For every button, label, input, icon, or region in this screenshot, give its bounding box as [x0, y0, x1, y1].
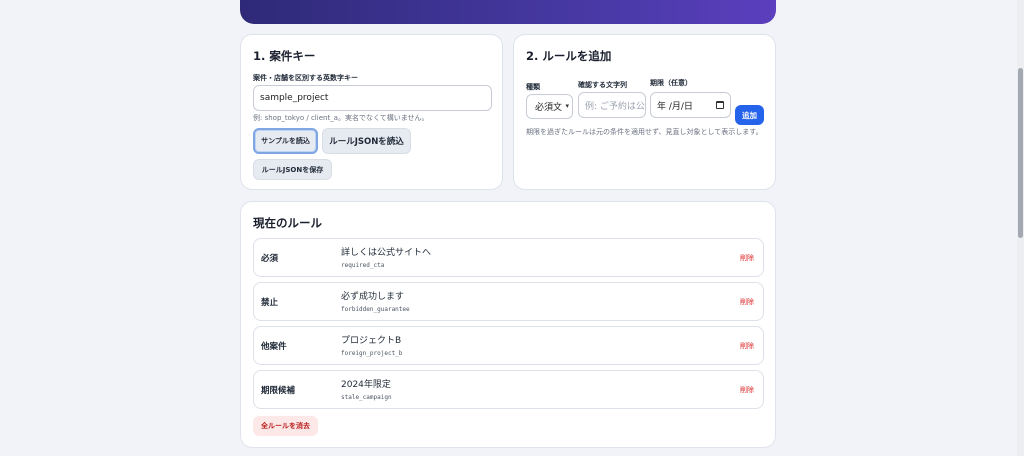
add-rule-card: 2. ルールを追加 種類 確認する文字列 期限（任意） 必須文言 ▾ 例: ご予…: [513, 34, 776, 190]
rule-text-placeholder: 例: ご予約は公: [585, 101, 645, 112]
rule-id: forbidden_guarantee: [341, 306, 410, 313]
add-rule-note: 期限を過ぎたルールは元の条件を適用せず、見直し対象として表示します。: [526, 128, 763, 136]
delete-rule-button[interactable]: 削除: [740, 341, 754, 351]
rule-text-input[interactable]: 例: ご予約は公: [578, 92, 646, 118]
rule-text: 必ず成功します: [341, 292, 405, 302]
project-key-card: 1. 案件キー 案件・店舗を区別する英数字キー sample_project 例…: [240, 34, 503, 190]
delete-rule-button[interactable]: 削除: [740, 297, 754, 307]
save-rules-json-button[interactable]: ルールJSONを保存: [253, 159, 332, 180]
clear-all-rules-button[interactable]: 全ルールを消去: [253, 416, 318, 436]
load-sample-button[interactable]: サンプルを読込: [253, 128, 318, 154]
rule-type-label: 種類: [526, 83, 540, 91]
rule-date-label: 期限（任意）: [650, 79, 692, 87]
add-rule-title: 2. ルールを追加: [526, 49, 612, 63]
load-rules-json-button[interactable]: ルールJSONを読込: [322, 128, 411, 154]
project-key-hint: 例: shop_tokyo / client_a。実名でなくて構いません。: [253, 114, 429, 122]
rule-date-value: 年 /月/日: [657, 101, 693, 112]
project-key-input[interactable]: sample_project: [253, 85, 492, 111]
add-rule-button[interactable]: 追加: [735, 105, 764, 125]
rule-row: 禁止 必ず成功します forbidden_guarantee 削除: [253, 282, 764, 321]
rule-type: 必須: [261, 254, 279, 264]
page-scrollbar[interactable]: [1017, 0, 1024, 456]
chevron-down-icon: ▾: [565, 102, 569, 110]
rule-id: foreign_project_b: [341, 350, 403, 357]
rule-type-select[interactable]: 必須文言 ▾: [526, 94, 573, 119]
header-banner: [240, 0, 776, 24]
rule-row: 期限候補 2024年限定 stale_campaign 削除: [253, 370, 764, 409]
rule-type: 期限候補: [261, 386, 296, 396]
project-key-value: sample_project: [260, 93, 329, 103]
rule-text: プロジェクトB: [341, 336, 402, 346]
rule-type-value: 必須文言: [535, 103, 562, 113]
rule-id: stale_campaign: [341, 394, 392, 401]
rule-id: required_cta: [341, 262, 385, 269]
current-rules-card: 現在のルール 必須 詳しくは公式サイトへ required_cta 削除 禁止 …: [240, 201, 776, 448]
project-key-title: 1. 案件キー: [253, 49, 316, 63]
rule-type: 禁止: [261, 298, 279, 308]
calendar-icon[interactable]: [716, 101, 724, 109]
rule-row: 必須 詳しくは公式サイトへ required_cta 削除: [253, 238, 764, 277]
rule-date-input[interactable]: 年 /月/日: [650, 92, 731, 118]
rule-text: 2024年限定: [341, 380, 391, 390]
rule-text: 詳しくは公式サイトへ: [341, 248, 432, 258]
delete-rule-button[interactable]: 削除: [740, 253, 754, 263]
rule-type: 他案件: [261, 342, 287, 352]
delete-rule-button[interactable]: 削除: [740, 385, 754, 395]
scrollbar-thumb[interactable]: [1018, 68, 1023, 238]
current-rules-title: 現在のルール: [253, 216, 322, 230]
rule-text-label: 確認する文字列: [578, 81, 627, 89]
project-key-label: 案件・店舗を区別する英数字キー: [253, 74, 358, 82]
rule-row: 他案件 プロジェクトB foreign_project_b 削除: [253, 326, 764, 365]
